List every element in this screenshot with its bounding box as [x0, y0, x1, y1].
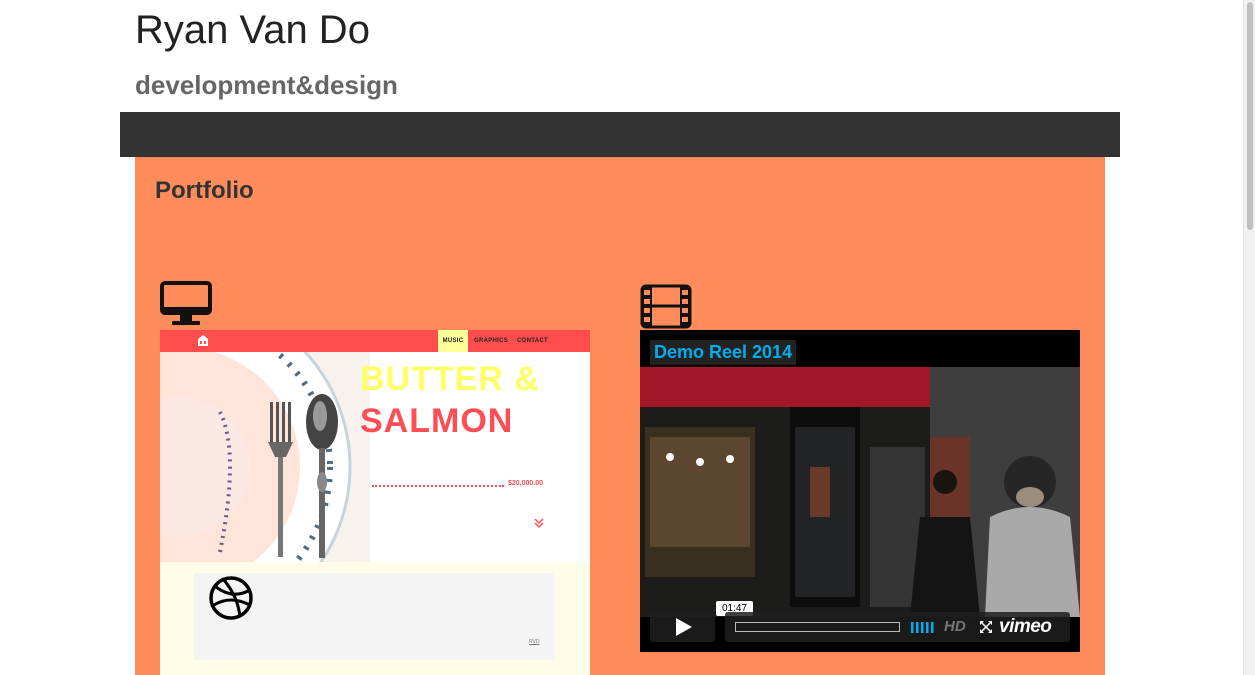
- dribbble-icon[interactable]: [208, 575, 254, 621]
- preview-nav: MUSIC GRAPHICS CONTACT: [160, 330, 590, 352]
- section-title: Portfolio: [155, 177, 254, 204]
- website-preview[interactable]: MUSIC GRAPHICS CONTACT BUTTER & SALMON $…: [160, 330, 590, 675]
- volume-icon[interactable]: [911, 622, 937, 633]
- fullscreen-icon[interactable]: [980, 621, 992, 633]
- preview-hero: BUTTER & SALMON $20,000.00: [160, 352, 590, 562]
- preview-card: RVD: [194, 573, 555, 660]
- chevron-down-icon: [534, 518, 544, 529]
- video-controls: HD vimeo: [725, 612, 1070, 642]
- progress-track[interactable]: [735, 622, 900, 632]
- film-icon: [640, 284, 692, 329]
- preview-price: $20,000.00: [508, 480, 544, 487]
- portfolio-section: Portfolio MUSIC GRAPHICS CONTACT BUTTER …: [135, 157, 1105, 675]
- video-title[interactable]: Demo Reel 2014: [650, 340, 797, 365]
- video-player[interactable]: Demo Reel 2014 01:47 HD vimeo: [640, 330, 1080, 652]
- preview-hero-line2: SALMON: [360, 402, 514, 440]
- monitor-icon: [160, 281, 212, 325]
- video-frame: [640, 367, 1080, 617]
- scroll-thumb[interactable]: [1247, 2, 1253, 230]
- preview-hero-line1: BUTTER &: [360, 360, 540, 398]
- site-subtitle: development&design: [135, 70, 398, 100]
- play-button[interactable]: [650, 612, 715, 642]
- site-title: Ryan Van Do: [135, 8, 370, 52]
- main-navbar: [120, 112, 1120, 157]
- hd-toggle[interactable]: HD: [944, 618, 966, 635]
- play-icon: [676, 618, 692, 636]
- preview-nav-contact: CONTACT: [517, 338, 548, 344]
- plate-cutlery-image: [160, 352, 370, 562]
- preview-nav-music: MUSIC: [438, 330, 468, 352]
- page-scrollbar[interactable]: [1243, 0, 1255, 675]
- vimeo-logo[interactable]: vimeo: [999, 616, 1052, 638]
- preview-footer-mark: RVD: [529, 639, 540, 645]
- preview-nav-graphics: GRAPHICS: [474, 338, 509, 344]
- preview-dots: [372, 485, 504, 487]
- home-icon: [198, 335, 208, 346]
